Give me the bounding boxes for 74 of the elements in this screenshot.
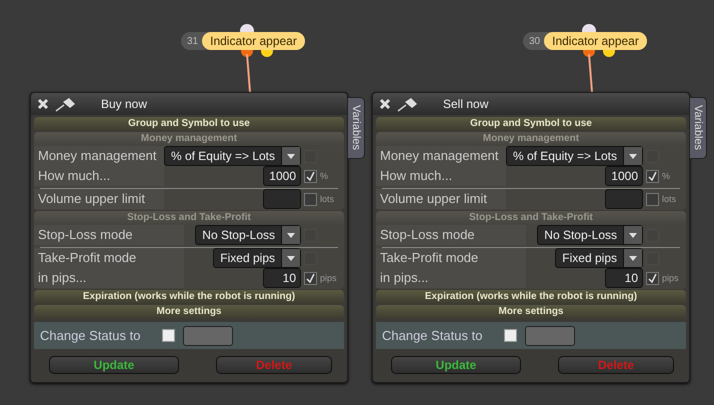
node-badge: 30 Indicator appear (523, 32, 647, 50)
unit-label: lots (320, 194, 336, 204)
field-label: in pips... (376, 268, 526, 288)
caret-icon (629, 154, 637, 158)
checkbox[interactable] (646, 192, 659, 206)
pin-icon[interactable] (397, 96, 419, 112)
checkbox[interactable] (646, 170, 659, 182)
field-label: Stop-Loss mode (34, 225, 184, 245)
status-field[interactable] (183, 326, 233, 346)
field-label: How much... (376, 166, 506, 186)
field-label: in pips... (34, 268, 184, 288)
tick-icon (648, 172, 657, 180)
section-header[interactable]: More settings (34, 305, 344, 319)
window-title: Buy now (101, 97, 148, 111)
field-label: Stop-Loss mode (376, 225, 526, 245)
status-label: Change Status to (382, 328, 484, 343)
pin-icon[interactable] (55, 96, 77, 112)
update-button[interactable]: Update (391, 356, 521, 374)
section-header[interactable]: More settings (376, 305, 686, 319)
field-label: Money management (34, 146, 164, 166)
number-field[interactable]: 10 (263, 268, 301, 288)
unit-label: % (320, 171, 330, 181)
unit-label: pips (320, 273, 338, 283)
checkbox[interactable] (304, 272, 317, 284)
checkbox[interactable] (504, 329, 517, 342)
section-header[interactable]: Expiration (works while the robot is running) (34, 290, 344, 304)
field-label: Money management (376, 146, 506, 166)
field-label: Take-Profit mode (376, 248, 526, 268)
panel-title: Money management (376, 132, 686, 146)
number-field[interactable]: 1000 (263, 166, 301, 186)
checkbox[interactable] (304, 192, 317, 206)
unit-label: lots (662, 194, 678, 204)
panel-title: Stop-Loss and Take-Profit (376, 211, 686, 225)
number-field[interactable]: 10 (605, 268, 643, 288)
section-header[interactable]: Expiration (works while the robot is running) (376, 290, 686, 304)
tick-icon (306, 274, 315, 282)
dropdown[interactable]: % of Equity => Lots (506, 146, 643, 166)
unit-label: pips (662, 273, 680, 283)
status-label: Change Status to (40, 328, 142, 343)
dropdown[interactable]: Fixed pips (555, 248, 643, 268)
variables-tab[interactable]: Variables (689, 97, 707, 159)
panel-title: Stop-Loss and Take-Profit (34, 211, 344, 225)
field-label: How much... (34, 166, 164, 186)
window-title: Sell now (443, 97, 488, 111)
close-icon[interactable] (379, 98, 391, 110)
unit-label: % (662, 171, 672, 181)
caret-icon (287, 256, 295, 260)
dropdown[interactable]: No Stop-Loss (195, 225, 301, 245)
number-field[interactable] (263, 189, 301, 209)
checkbox[interactable] (162, 329, 175, 342)
dropdown[interactable]: Fixed pips (213, 248, 301, 268)
status-field[interactable] (525, 326, 575, 346)
field-label: Volume upper limit (376, 189, 506, 209)
caret-icon (629, 232, 637, 238)
checkbox[interactable] (304, 170, 317, 182)
tick-icon (648, 274, 657, 282)
panel-title: Money management (34, 132, 344, 146)
caret-icon (629, 256, 637, 260)
caret-icon (287, 232, 295, 238)
dropdown[interactable]: % of Equity => Lots (164, 146, 301, 166)
caret-icon (287, 154, 295, 158)
dropdown[interactable]: No Stop-Loss (537, 225, 643, 245)
section-header[interactable]: Group and Symbol to use (376, 117, 686, 131)
update-button[interactable]: Update (49, 356, 179, 374)
field-label: Volume upper limit (34, 189, 164, 209)
number-field[interactable]: 1000 (605, 166, 643, 186)
checkbox[interactable] (646, 272, 659, 284)
tick-icon (306, 172, 315, 180)
variables-tab[interactable]: Variables (347, 97, 365, 159)
node-badge: 31 Indicator appear (181, 32, 305, 50)
section-header[interactable]: Group and Symbol to use (34, 117, 344, 131)
field-label: Take-Profit mode (34, 248, 184, 268)
close-icon[interactable] (37, 98, 49, 110)
number-field[interactable] (605, 189, 643, 209)
